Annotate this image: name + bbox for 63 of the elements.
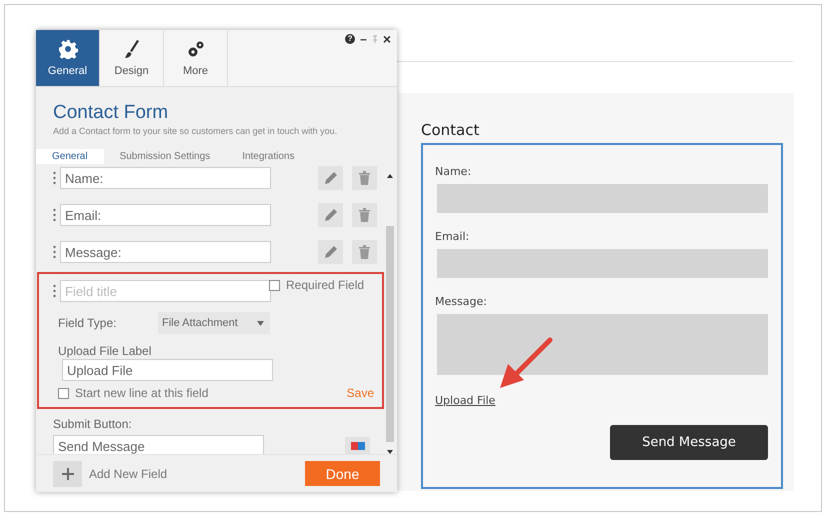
add-field-label[interactable]: Add New Field xyxy=(89,466,305,480)
scroll-up-icon[interactable] xyxy=(387,174,393,178)
delete-button[interactable] xyxy=(352,240,377,264)
sub-tab[interactable]: Integrations xyxy=(226,149,310,164)
sub-tab[interactable]: Submission Settings xyxy=(104,149,226,164)
gears-icon xyxy=(186,39,206,59)
minimize-button[interactable]: – xyxy=(360,33,367,45)
color-swatch-icon xyxy=(350,442,364,450)
field-label: Name: xyxy=(435,165,472,178)
field-type-dropdown[interactable]: File Attachment xyxy=(158,312,270,334)
close-button[interactable]: × xyxy=(382,33,391,45)
checkbox[interactable] xyxy=(58,388,69,398)
field-label: Message: xyxy=(435,295,488,308)
delete-button[interactable] xyxy=(352,203,377,227)
drag-handle-icon[interactable] xyxy=(53,245,56,259)
help-button[interactable]: ? xyxy=(345,34,356,44)
field-type-label: Field Type: xyxy=(58,316,118,330)
delete-button[interactable] xyxy=(352,166,377,190)
pencil-icon xyxy=(324,171,338,185)
field-title-input[interactable]: Field title xyxy=(60,280,271,302)
input-field[interactable] xyxy=(437,249,768,278)
gear-icon xyxy=(58,39,78,59)
edit-button[interactable] xyxy=(318,203,343,227)
scroll-thumb[interactable] xyxy=(386,226,394,442)
plus-icon xyxy=(62,468,74,480)
panel-description: Add a Contact form to your site so customers can get in touch with you. xyxy=(53,126,338,136)
caret-icon xyxy=(257,320,264,326)
checkbox-label: Required Field xyxy=(286,278,364,292)
message-field[interactable] xyxy=(437,314,768,375)
checkbox[interactable] xyxy=(269,280,280,290)
pencil-icon xyxy=(324,245,338,259)
add-field-button[interactable] xyxy=(53,460,82,486)
tab[interactable]: Design xyxy=(100,30,164,86)
checkbox-label: Start new line at this field xyxy=(75,386,208,400)
send-message-button[interactable]: Send Message xyxy=(610,425,768,460)
edit-button[interactable] xyxy=(318,240,343,264)
trash-icon xyxy=(359,171,370,185)
panel-title: Contact Form xyxy=(53,102,170,124)
form-heading: Contact xyxy=(421,121,480,141)
drag-handle-icon[interactable] xyxy=(53,208,56,222)
drag-handle-icon[interactable] xyxy=(53,171,56,185)
field-name-input[interactable]: Email: xyxy=(60,204,271,226)
pencil-icon xyxy=(324,208,338,222)
sub-tab[interactable]: General xyxy=(36,149,104,164)
submit-text-input[interactable]: Send Message xyxy=(53,435,264,454)
tab[interactable]: General xyxy=(36,30,100,86)
upload-label-input[interactable]: Upload File xyxy=(62,359,273,381)
field-name-input[interactable]: Name: xyxy=(60,167,271,189)
field-name-input[interactable]: Message: xyxy=(60,241,271,263)
trash-icon xyxy=(359,208,370,222)
done-button[interactable]: Done xyxy=(305,461,380,486)
upload-file-link[interactable]: Upload File xyxy=(435,394,496,407)
field-label: Email: xyxy=(435,230,470,243)
drag-handle-icon[interactable] xyxy=(53,284,56,298)
pin-icon[interactable] xyxy=(372,34,378,44)
edit-button[interactable] xyxy=(318,166,343,190)
submit-button-label: Submit Button: xyxy=(53,417,133,431)
tab[interactable]: More xyxy=(164,30,228,86)
upload-label-caption: Upload File Label xyxy=(58,344,152,358)
input-field[interactable] xyxy=(437,184,768,213)
arrow xyxy=(500,338,552,388)
color-picker-button[interactable] xyxy=(345,437,370,454)
trash-icon xyxy=(359,245,370,259)
